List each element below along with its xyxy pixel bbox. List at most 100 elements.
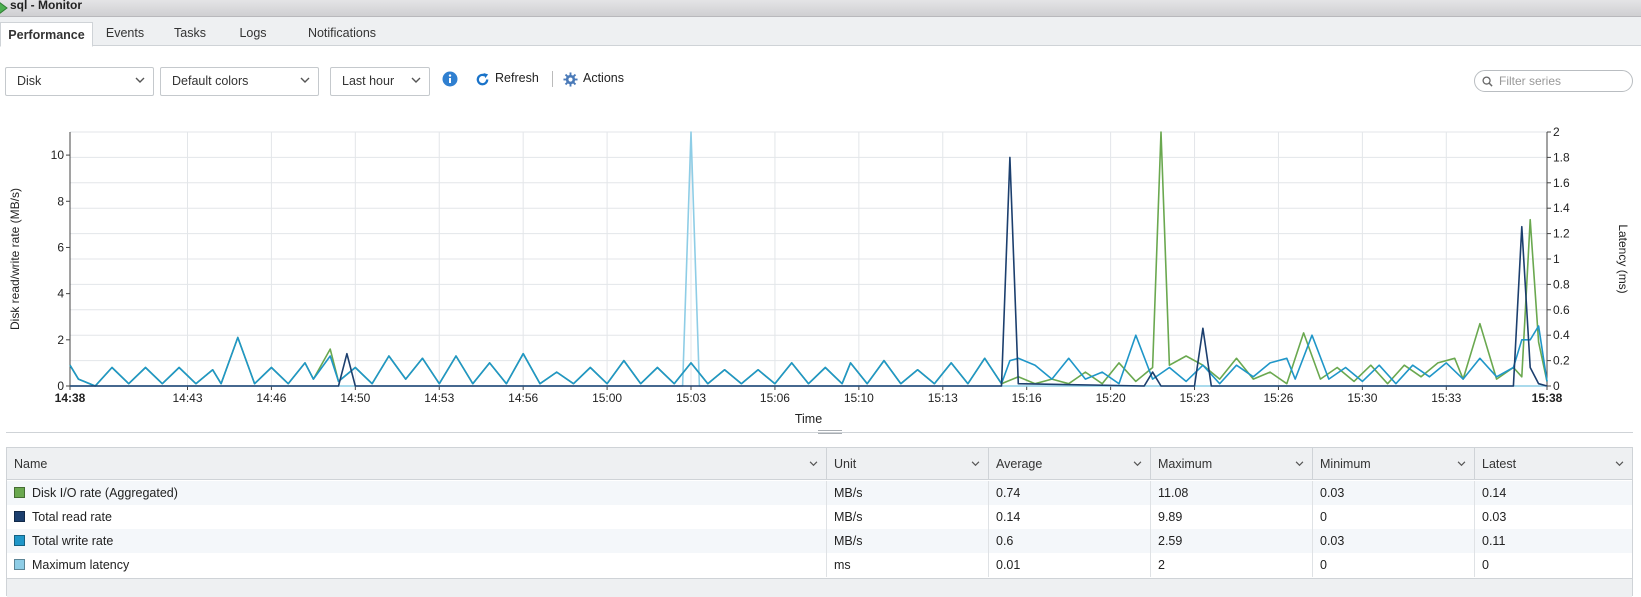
column-header-label: Maximum [1158,457,1213,471]
refresh-icon [476,72,489,86]
column-header-minimum[interactable]: Minimum [1313,448,1475,480]
x-tick-label: 14:43 [172,391,202,405]
series-name-cell: Disk I/O rate (Aggregated) [7,481,827,505]
series-color-swatch [14,511,25,522]
column-header-label: Minimum [1320,457,1371,471]
chevron-down-icon [300,77,310,83]
y-right-tick-label: 1.2 [1553,227,1570,241]
column-header-latest[interactable]: Latest [1475,448,1632,480]
time-range-select[interactable]: Last hour [330,67,430,96]
colors-select[interactable]: Default colors [160,67,319,96]
series-name-cell: Total read rate [7,505,827,529]
x-tick-label: 15:20 [1096,391,1126,405]
maximum-cell: 9.89 [1151,505,1313,529]
chevron-down-icon [411,77,421,83]
chevron-down-icon[interactable] [1615,461,1624,467]
tab-logs[interactable]: Logs [228,21,278,46]
unit-cell: ms [827,553,989,577]
unit-cell: MB/s [827,505,989,529]
y-axis-left-label: Disk read/write rate (MB/s) [8,188,22,330]
y-right-tick-label: 0.6 [1553,303,1570,317]
gear-icon [563,72,578,87]
y-right-tick-label: 1.8 [1553,150,1570,164]
column-header-label: Unit [834,457,857,471]
maximum-cell: 11.08 [1151,481,1313,505]
latest-cell: 0.11 [1482,534,1506,548]
chevron-down-icon[interactable] [971,461,980,467]
y-right-tick-label: 1.6 [1553,176,1570,190]
series-table: Name Unit Average Maximum Minimum Latest… [6,447,1633,597]
y-left-tick-label: 6 [57,240,64,254]
average-cell: 0.6 [989,529,1151,553]
actions-label: Actions [583,71,624,85]
average-cell: 0.74 [989,481,1151,505]
tab-events[interactable]: Events [96,21,154,46]
x-tick-label: 15:23 [1180,391,1210,405]
column-header-maximum[interactable]: Maximum [1151,448,1313,480]
series-color-swatch [14,487,25,498]
chevron-down-icon[interactable] [809,461,818,467]
performance-chart: 024681000.20.40.60.811.21.41.61.8214:38 1… [8,125,1630,425]
column-header-label: Latest [1482,457,1517,471]
chevron-down-icon[interactable] [1295,461,1304,467]
colors-select-value: Default colors [172,74,249,88]
splitter-grip-icon[interactable] [818,429,842,435]
x-tick-label: 14:56 [508,391,538,405]
table-header: Name Unit Average Maximum Minimum Latest [7,448,1632,480]
unit-cell: MB/s [827,481,989,505]
column-header-average[interactable]: Average [989,448,1151,480]
filter-series-input[interactable] [1497,73,1627,89]
x-axis-label: Time [795,412,822,425]
maximum-cell: 2.59 [1151,529,1313,553]
column-header-name[interactable]: Name [7,448,827,480]
column-header-label: Name [14,457,48,471]
time-range-select-value: Last hour [342,74,395,88]
chevron-down-icon[interactable] [1457,461,1466,467]
x-tick-label: 14:50 [340,391,370,405]
y-left-tick-label: 2 [57,333,64,347]
column-header-unit[interactable]: Unit [827,448,989,480]
vm-icon [0,2,8,14]
minimum-cell: 0 [1313,553,1475,577]
tab-performance[interactable]: Performance [0,22,93,47]
series-name-cell: Total write rate [7,529,827,553]
chevron-down-icon[interactable] [1133,461,1142,467]
y-right-tick-label: 0.4 [1553,328,1570,342]
average-cell: 0.14 [989,505,1151,529]
x-tick-label: 14:38 [55,391,86,405]
table-row[interactable]: Disk I/O rate (Aggregated) MB/s 0.74 11.… [7,481,1632,505]
series-name: Total read rate [32,510,112,524]
table-row[interactable]: Total write rate MB/s 0.6 2.59 0.03 0.11 [7,529,1632,553]
latest-cell: 0 [1482,558,1489,572]
latest-cell: 0.14 [1482,486,1507,500]
table-footer [7,578,1632,597]
series-line-total-read-rate [70,156,1548,387]
series-name-cell: Maximum latency [7,553,827,577]
minimum-cell: 0 [1313,505,1475,529]
y-left-tick-label: 4 [57,287,64,301]
y-right-tick-label: 0.8 [1553,277,1570,291]
y-right-tick-label: 0.2 [1553,354,1570,368]
tab-notifications[interactable]: Notifications [292,21,392,46]
window-titlebar: sql - Monitor [0,0,1641,17]
latest-cell: 0.03 [1482,510,1507,524]
filter-series-box[interactable] [1474,70,1633,92]
x-tick-label: 15:16 [1012,391,1042,405]
tab-tasks[interactable]: Tasks [163,21,217,46]
minimum-cell: 0.03 [1313,529,1475,553]
maximum-cell: 2 [1151,553,1313,577]
metric-select-value: Disk [17,74,42,88]
chevron-down-icon [135,77,145,83]
average-cell: 0.01 [989,553,1151,577]
y-left-tick-label: 8 [57,194,64,208]
table-row[interactable]: Maximum latency ms 0.01 2 0 0 [7,553,1632,577]
series-color-swatch [14,559,25,570]
x-tick-label: 15:06 [760,391,790,405]
x-tick-label: 15:26 [1263,391,1293,405]
toolbar-divider [552,71,553,87]
metric-select[interactable]: Disk [5,67,154,96]
series-name: Total write rate [32,534,114,548]
x-tick-label: 15:38 [1532,391,1563,405]
info-icon[interactable] [442,71,458,87]
table-row[interactable]: Total read rate MB/s 0.14 9.89 0 0.03 [7,505,1632,529]
